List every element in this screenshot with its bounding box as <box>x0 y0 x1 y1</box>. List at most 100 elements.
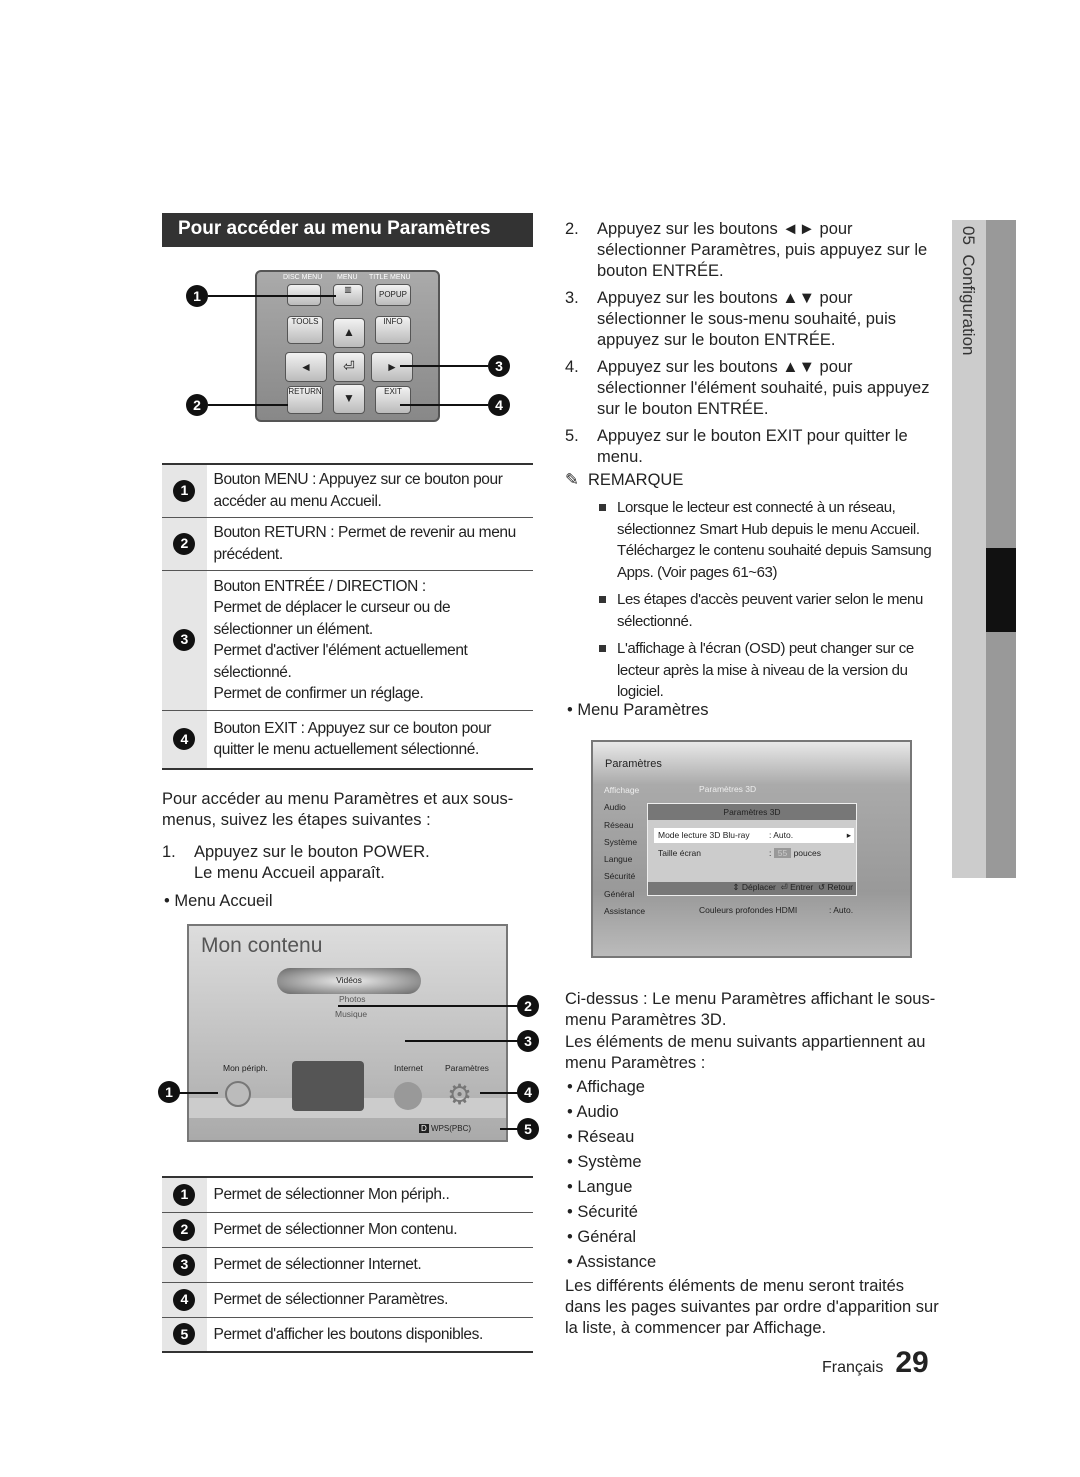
list-item: Réseau <box>577 1128 635 1146</box>
left-arrow-icon: ◄ <box>285 352 327 382</box>
footer-hint: D WPS(PBC) <box>419 1124 471 1133</box>
row-text: Permet de sélectionner Paramètres. <box>207 1281 533 1318</box>
gear-icon: ⚙ <box>447 1079 473 1110</box>
row-number: 3 <box>173 629 196 651</box>
step-subtext: Le menu Accueil apparaît. <box>194 864 385 882</box>
step-number: 3. <box>565 289 579 307</box>
step-1: 1. Appuyez sur le bouton POWER. Le menu A… <box>162 842 533 884</box>
row-text: Permet de sélectionner Mon périph.. <box>207 1176 533 1213</box>
menu-item[interactable]: Affichage <box>604 782 654 799</box>
pencil-icon: ✎ <box>565 471 579 489</box>
unit: pouces <box>793 848 821 858</box>
note-item: Les étapes d'accès peuvent varier selon … <box>597 589 942 632</box>
tools-button: TOOLS <box>287 316 323 344</box>
step-text: Appuyez sur les boutons ◄► pour sélectio… <box>597 220 928 280</box>
chapter-tab: 05 Configuration <box>952 220 1016 878</box>
label: TITLE MENU <box>369 274 411 281</box>
screen-title: Mon contenu <box>201 934 323 957</box>
down-arrow-icon: ▼ <box>333 384 365 414</box>
row-number: 2 <box>173 532 196 555</box>
top-item: Paramètres 3D <box>699 784 757 794</box>
callout-2: 2 <box>517 995 539 1017</box>
row-text: Permet d'activer l'élément actuellement … <box>213 642 468 681</box>
callout-2: 2 <box>186 394 208 416</box>
remarque-list: Lorsque le lecteur est connecté à un rés… <box>597 497 942 703</box>
page-footer: Français 29 <box>822 1346 929 1380</box>
remote-illustration: DISC MENU MENU TITLE MENU ▥ POPUP TOOLS … <box>255 270 440 422</box>
label: MENU <box>337 274 358 281</box>
menu-item-videos: Vidéos <box>277 968 421 994</box>
table-row: 2 Bouton RETURN : Permet de revenir au me… <box>162 516 533 571</box>
list-item: Langue <box>577 1178 633 1196</box>
callout-3: 3 <box>488 355 510 377</box>
row-value: : Auto. <box>769 830 794 840</box>
step: 2. Appuyez sur les boutons ◄► pour sélect… <box>565 219 940 282</box>
row-text: Permet de sélectionner Internet. <box>207 1246 533 1283</box>
intro-text: Pour accéder au menu Paramètres et aux s… <box>162 790 514 829</box>
hint-return: Retour <box>827 882 853 892</box>
remarque-title: REMARQUE <box>588 471 684 489</box>
heading-text: Menu Paramètres <box>577 701 709 719</box>
callout-1: 1 <box>158 1081 180 1103</box>
step-number: 2. <box>565 220 579 238</box>
menu-list: • Affichage • Audio • Réseau • Système •… <box>567 1078 657 1271</box>
list-item: Général <box>577 1228 637 1246</box>
step-number: 4. <box>565 358 579 376</box>
table-row: 4 Bouton EXIT : Appuyez sur ce bouton pou… <box>162 709 533 770</box>
info-button: INFO <box>375 316 411 344</box>
table-row: 2 Permet de sélectionner Mon contenu. <box>162 1211 533 1248</box>
section-title: Pour accéder au menu Paramètres <box>162 213 533 247</box>
step: 3. Appuyez sur les boutons ▲▼ pour sélect… <box>565 288 940 351</box>
row-text: Bouton RETURN : Permet de revenir au men… <box>207 516 533 571</box>
return-button: RETURN <box>287 386 323 414</box>
step-text: Appuyez sur les boutons ▲▼ pour sélectio… <box>597 358 930 418</box>
menu-parametres-heading: • Menu Paramètres <box>567 701 709 719</box>
icon-label: Internet <box>394 1063 423 1073</box>
list-intro: Les éléments de menu suivants appartienn… <box>565 1033 926 1072</box>
table-row: 1 Bouton MENU : Appuyez sur ce bouton pou… <box>162 463 533 518</box>
row-text: Permet de déplacer le curseur ou de séle… <box>213 599 451 638</box>
menu-button: ▥ <box>333 284 363 306</box>
callout-3: 3 <box>517 1030 539 1052</box>
row-number: 3 <box>173 1253 196 1276</box>
callout-4: 4 <box>517 1081 539 1103</box>
page-number: 29 <box>895 1346 929 1379</box>
heading-text: Menu Accueil <box>174 892 273 910</box>
table-row: 5 Permet d'afficher les boutons disponibl… <box>162 1316 533 1353</box>
hint-enter: Entrer <box>790 882 814 892</box>
up-arrow-icon: ▲ <box>333 318 365 348</box>
row-text: Permet de sélectionner Mon contenu. <box>207 1211 533 1248</box>
row-label: Mode lecture 3D Blu-ray <box>658 830 750 840</box>
table-row: 3 Permet de sélectionner Internet. <box>162 1246 533 1283</box>
note-item: L'affichage à l'écran (OSD) peut changer… <box>597 638 942 703</box>
note-item: Lorsque le lecteur est connecté à un rés… <box>597 497 942 583</box>
icon-label: Paramètres <box>445 1063 489 1073</box>
list-item: Système <box>577 1153 642 1171</box>
table-row: 1 Permet de sélectionner Mon périph.. <box>162 1176 533 1213</box>
step-text: Appuyez sur le bouton POWER. <box>194 843 430 861</box>
chapter-number: 05 <box>959 226 978 245</box>
hdmi-value: : Auto. <box>829 905 854 915</box>
size-value[interactable]: 55 <box>773 848 792 858</box>
menu-accueil-heading: • Menu Accueil <box>164 892 273 910</box>
row-text: Permet d'afficher les boutons disponible… <box>207 1316 533 1353</box>
row-text: Bouton ENTRÉE / DIRECTION : <box>213 577 427 595</box>
exit-button: EXIT <box>375 386 411 414</box>
remarque-heading: ✎ REMARQUE <box>565 470 683 491</box>
outro-text: Les différents éléments de menu seront t… <box>565 1277 939 1337</box>
content-box-icon <box>292 1061 364 1111</box>
popup-3d: Paramètres 3D Mode lecture 3D Blu-ray: A… <box>647 803 857 896</box>
list-item: Assistance <box>576 1253 657 1271</box>
step: 4. Appuyez sur les boutons ▲▼ pour sélect… <box>565 357 940 420</box>
mode-row[interactable]: Mode lecture 3D Blu-ray: Auto. ▸ <box>654 828 854 843</box>
row-text: Permet de confirmer un réglage. <box>213 685 424 702</box>
row-number: 2 <box>173 1218 196 1241</box>
row-number: 5 <box>173 1323 196 1346</box>
row-number: 4 <box>173 1288 196 1311</box>
table-row: 4 Permet de sélectionner Paramètres. <box>162 1281 533 1318</box>
callout-1: 1 <box>186 285 208 307</box>
device-icon <box>225 1081 251 1107</box>
row-number: 1 <box>173 479 196 502</box>
menu-item[interactable]: Assistance <box>604 903 654 920</box>
home-table: 1 Permet de sélectionner Mon périph.. 2 Pe… <box>162 1176 533 1353</box>
